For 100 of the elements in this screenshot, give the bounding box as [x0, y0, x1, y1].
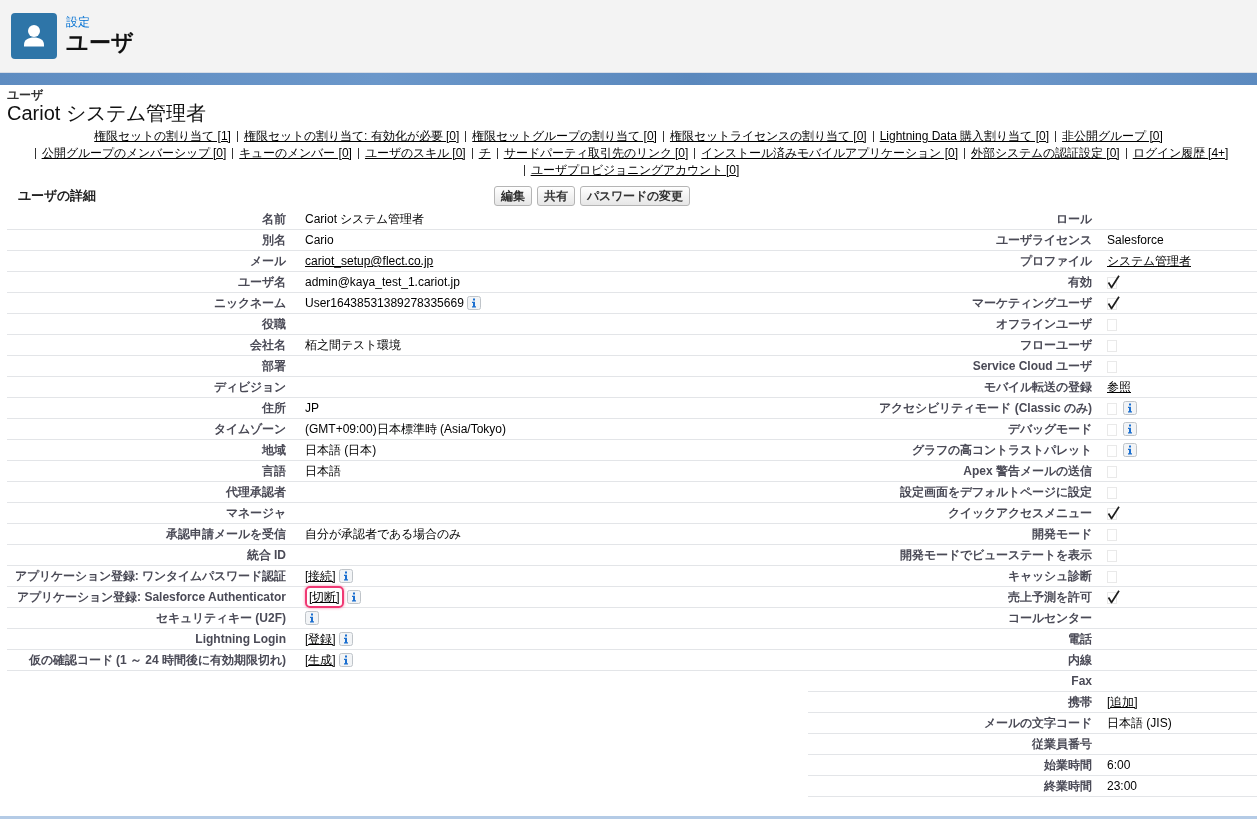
related-list-link[interactable]: 外部システムの認証設定 [0] — [971, 146, 1120, 160]
field-value: 日本語 — [305, 464, 341, 478]
field-link[interactable]: 参照 — [1107, 380, 1131, 394]
field-value: 日本語 (JIS) — [1107, 716, 1172, 730]
field-label: アプリケーション登録: ワンタイムパスワード認証 — [14, 569, 286, 583]
field-label: アクセシビリティモード (Classic のみ) — [879, 401, 1092, 415]
related-list-link[interactable]: 非公開グループ [0] — [1062, 129, 1163, 143]
field-label: ユーザライセンス — [996, 233, 1092, 247]
field-label: Apex 警告メールの送信 — [963, 464, 1092, 478]
field-label: 承認申請メールを受信 — [166, 527, 286, 541]
field-label: Lightning Login — [195, 632, 286, 646]
info-icon[interactable] — [1123, 401, 1137, 415]
field-label: 売上予測を許可 — [1008, 590, 1092, 604]
info-icon[interactable] — [338, 569, 353, 583]
field-label: クイックアクセスメニュー — [948, 506, 1092, 520]
field-label: マーケティングユーザ — [972, 296, 1092, 310]
field-label: 代理承認者 — [226, 485, 286, 499]
related-list-link[interactable]: 権限セットの割り当て: 有効化が必要 [0] — [243, 129, 460, 143]
info-icon[interactable] — [338, 653, 353, 667]
field-label: 有効 — [1068, 275, 1092, 289]
field-label: Service Cloud ユーザ — [972, 359, 1092, 373]
info-icon[interactable] — [346, 590, 361, 604]
field-link[interactable]: システム管理者 — [1107, 254, 1191, 268]
field-label: セキュリティキー (U2F) — [156, 611, 286, 625]
field-label: 部署 — [262, 359, 286, 373]
action-button[interactable]: 共有 — [537, 186, 575, 206]
field-value: (GMT+09:00)日本標準時 (Asia/Tokyo) — [305, 422, 507, 436]
related-list-link[interactable]: 権限セットの割り当て [1] — [94, 129, 231, 143]
info-icon[interactable] — [466, 296, 481, 310]
breadcrumb-link[interactable]: 設定 — [66, 15, 90, 29]
field-label: ニックネーム — [214, 296, 286, 310]
field-label: 開発モードでビューステートを表示 — [900, 548, 1092, 562]
field-value: 6:00 — [1107, 758, 1131, 772]
field-label: オフラインユーザ — [996, 317, 1092, 331]
field-link[interactable]: [接続] — [305, 569, 336, 583]
field-label: マネージャ — [226, 506, 286, 520]
related-list-link[interactable]: Lightning Data 購入割り当て [0] — [879, 129, 1050, 143]
page-title: ユーザ — [66, 29, 134, 57]
field-label: 名前 — [262, 212, 286, 226]
field-label: 別名 — [262, 233, 286, 247]
field-value: User16438531389278335669 — [305, 296, 464, 310]
info-icon[interactable] — [1123, 422, 1137, 436]
field-label: 統合 ID — [246, 548, 286, 562]
field-label: 開発モード — [1032, 527, 1092, 541]
info-icon[interactable] — [305, 611, 319, 625]
field-value: admin@kaya_test_1.cariot.jp — [305, 275, 460, 289]
field-label: メール — [250, 254, 286, 268]
field-label: 仮の確認コード (1 ～ 24 時間後に有効期限切れ) — [28, 653, 286, 667]
related-list-link[interactable]: 公開グループのメンバーシップ [0] — [41, 146, 227, 160]
field-label: 言語 — [262, 464, 286, 478]
field-value: Salesforce — [1107, 233, 1164, 247]
action-button[interactable]: 編集 — [494, 186, 532, 206]
field-value: 日本語 (日本) — [305, 443, 377, 457]
info-icon[interactable] — [1123, 443, 1137, 457]
field-link[interactable]: [登録] — [305, 632, 336, 646]
field-value: 栢之間テスト環境 — [305, 338, 401, 352]
field-value: Cario — [305, 233, 334, 247]
field-label: メールの文字コード — [984, 716, 1092, 730]
field-value: Cariot システム管理者 — [305, 212, 425, 226]
field-value: JP — [305, 401, 319, 415]
user-icon — [11, 13, 57, 59]
field-label: ユーザ名 — [238, 275, 286, 289]
field-label: 従業員番号 — [1032, 737, 1092, 751]
action-button[interactable]: パスワードの変更 — [580, 186, 690, 206]
related-list-link[interactable]: 権限セットライセンスの割り当て [0] — [669, 129, 867, 143]
field-label: 終業時間 — [1044, 779, 1092, 793]
related-list-link[interactable]: チ — [478, 146, 491, 160]
field-label: 住所 — [262, 401, 286, 415]
related-list-link[interactable]: インストール済みモバイルアプリケーション [0] — [701, 146, 959, 160]
field-label: キャッシュ診断 — [1008, 569, 1092, 583]
field-value: 自分が承認者である場合のみ — [305, 527, 461, 541]
field-link[interactable]: [切断] — [309, 590, 340, 604]
field-label: デバッグモード — [1008, 422, 1092, 436]
field-label: ディビジョン — [214, 380, 286, 394]
field-label: 電話 — [1068, 632, 1092, 646]
related-list-link[interactable]: ユーザプロビジョニングアカウント [0] — [530, 163, 740, 177]
field-link[interactable]: [生成] — [305, 653, 336, 667]
related-list-link[interactable]: 権限セットグループの割り当て [0] — [472, 129, 657, 143]
field-label: タイムゾーン — [214, 422, 286, 436]
related-list-link[interactable]: ログイン履歴 [4+] — [1132, 146, 1229, 160]
related-list-link[interactable]: ユーザのスキル [0] — [364, 146, 466, 160]
field-label: プロファイル — [1020, 254, 1092, 268]
field-label: フローユーザ — [1020, 338, 1092, 352]
field-label: 会社名 — [250, 338, 286, 352]
field-label: コールセンター — [1008, 611, 1092, 625]
related-list-link[interactable]: サードパーティ取引先のリンク [0] — [503, 146, 689, 160]
field-label: 携帯 — [1068, 695, 1092, 709]
field-link[interactable]: [追加] — [1107, 695, 1138, 709]
info-icon[interactable] — [338, 632, 353, 646]
field-label: 始業時間 — [1044, 758, 1092, 772]
record-title: Cariot システム管理者 — [7, 102, 206, 125]
section-title: ユーザの詳細 — [18, 188, 96, 204]
field-link[interactable]: cariot_setup@flect.co.jp — [305, 254, 434, 268]
field-label: モバイル転送の登録 — [984, 380, 1092, 394]
object-label: ユーザ — [7, 88, 43, 102]
field-label: グラフの高コントラストパレット — [912, 443, 1092, 457]
field-label: Fax — [1071, 674, 1092, 688]
field-label: アプリケーション登録: Salesforce Authenticator — [17, 590, 286, 604]
related-list-link[interactable]: キューのメンバー [0] — [239, 146, 352, 160]
field-value: 23:00 — [1107, 779, 1138, 793]
